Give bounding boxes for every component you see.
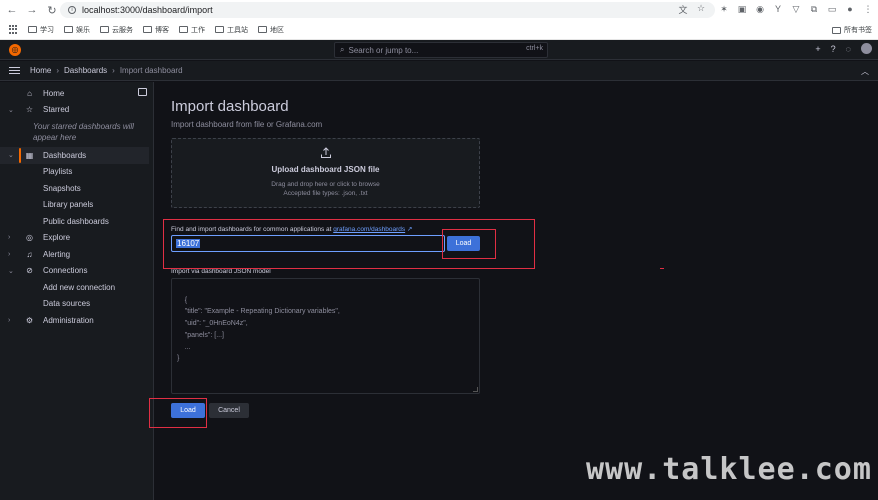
watermark: www.talklee.com — [586, 452, 872, 487]
folder-icon — [100, 26, 109, 33]
sidebar: ⌂ Home ⌄ ☆ Starred Your starred dashboar… — [0, 82, 154, 500]
address-bar[interactable]: i localhost:3000/dashboard/import — [60, 2, 715, 18]
chevron-down-icon[interactable]: ⌄ — [8, 267, 14, 275]
search-shortcut: ctrl+k — [526, 45, 543, 52]
cancel-button[interactable]: Cancel — [209, 403, 249, 418]
annotation-box-load-small — [442, 229, 496, 259]
annotation-mark — [660, 268, 664, 269]
bookmark-folder[interactable]: 博客 — [143, 25, 169, 35]
all-bookmarks[interactable]: 所有书签 — [832, 25, 872, 35]
bookmark-folder[interactable]: 娱乐 — [64, 25, 90, 35]
breadcrumb-dashboards[interactable]: Dashboards — [64, 66, 107, 75]
bookmark-star-icon[interactable]: ☆ — [695, 3, 707, 16]
folder-icon — [832, 26, 841, 34]
folder-icon — [28, 26, 37, 33]
sidebar-item-dashboards[interactable]: ⌄ ▦ Dashboards — [0, 147, 149, 164]
menu-hamburger-icon[interactable] — [9, 67, 20, 74]
breadcrumb-current: Import dashboard — [119, 66, 183, 75]
sidebar-item-connections[interactable]: ⌄ ⊘ Connections — [0, 263, 153, 280]
extension-icon-4[interactable]: Y — [772, 2, 784, 16]
upload-icon — [321, 147, 331, 158]
sidebar-item-playlists[interactable]: Playlists — [0, 164, 153, 181]
upload-title: Upload dashboard JSON file — [271, 165, 380, 174]
apps-grid-icon[interactable] — [9, 25, 18, 34]
main-content: Import dashboard Import dashboard from f… — [155, 82, 878, 500]
back-icon[interactable]: ← — [4, 2, 20, 18]
dashboards-grid-icon: ▦ — [25, 150, 34, 160]
extension-icon-3[interactable]: ◉ — [754, 2, 766, 16]
resize-handle-icon[interactable] — [473, 387, 478, 392]
json-model-textarea[interactable]: { "title": "Example - Repeating Dictiona… — [171, 278, 480, 394]
annotation-box-load — [149, 398, 207, 428]
sidebar-item-data-sources[interactable]: Data sources — [0, 296, 153, 313]
upload-accepted-types: Accepted file types: .json, .txt — [283, 190, 368, 197]
breadcrumb: Home › Dashboards › Import dashboard ︿ — [0, 61, 878, 81]
sidebar-item-explore[interactable]: › ◎ Explore — [0, 230, 153, 247]
profile-avatar-icon[interactable]: ● — [844, 2, 856, 16]
sidebar-item-library-panels[interactable]: Library panels — [0, 197, 153, 214]
sidebar-item-snapshots[interactable]: Snapshots — [0, 180, 153, 197]
bookmark-folder[interactable]: 学习 — [28, 25, 54, 35]
bell-icon: ♫ — [26, 249, 33, 259]
breadcrumb-home[interactable]: Home — [30, 66, 51, 75]
site-info-icon[interactable]: i — [68, 6, 76, 14]
bookmark-folder[interactable]: 工具站 — [215, 25, 248, 35]
folder-icon — [64, 26, 73, 33]
chevron-right-icon[interactable]: › — [8, 234, 10, 241]
sidebar-item-home[interactable]: ⌂ Home — [0, 85, 153, 102]
url-text: localhost:3000/dashboard/import — [82, 5, 213, 15]
upload-hint: Drag and drop here or click to browse — [271, 181, 380, 188]
compass-icon: ◎ — [26, 233, 33, 243]
star-icon: ☆ — [25, 105, 34, 115]
user-avatar[interactable] — [861, 43, 872, 54]
grafana-topbar: ◎ ⌕ Search or jump to... ctrl+k + ? ◌ — [0, 40, 878, 60]
new-plus-icon[interactable]: + — [815, 44, 820, 54]
chevron-right-icon[interactable]: › — [8, 251, 10, 258]
extension-icon-2[interactable]: ▣ — [736, 2, 748, 16]
gear-icon: ⚙ — [25, 315, 34, 325]
bookmark-folder[interactable]: 云服务 — [100, 25, 133, 35]
sidebar-item-public-dashboards[interactable]: Public dashboards — [0, 213, 153, 230]
grafana-logo-icon[interactable]: ◎ — [9, 43, 21, 56]
chevron-up-icon[interactable]: ︿ — [861, 66, 869, 77]
chevron-down-icon[interactable]: ⌄ — [8, 151, 14, 159]
page-subtitle: Import dashboard from file or Grafana.co… — [171, 120, 323, 129]
reload-icon[interactable]: ↻ — [44, 2, 60, 18]
link-icon: ⊘ — [26, 266, 33, 276]
sidebar-item-starred[interactable]: ⌄ ☆ Starred — [0, 102, 153, 119]
extension-icon-5[interactable]: ▽ — [790, 2, 802, 16]
sidebar-item-alerting[interactable]: › ♫ Alerting — [0, 246, 153, 263]
news-icon[interactable]: ◌ — [846, 44, 851, 54]
bookmark-folder[interactable]: 工作 — [179, 25, 205, 35]
json-placeholder: { "title": "Example - Repeating Dictiona… — [177, 296, 340, 363]
folder-icon — [143, 26, 152, 33]
upload-dropzone[interactable]: Upload dashboard JSON file Drag and drop… — [171, 138, 480, 208]
sidepanel-icon[interactable]: ▭ — [826, 2, 838, 16]
browser-menu-icon[interactable]: ⋮ — [862, 2, 874, 16]
sidebar-item-add-new-connection[interactable]: Add new connection — [0, 279, 153, 296]
chevron-down-icon[interactable]: ⌄ — [8, 106, 14, 114]
extensions-puzzle-icon[interactable]: ⧉ — [808, 2, 820, 16]
folder-icon — [215, 26, 224, 33]
starred-empty-message: Your starred dashboards will appear here — [33, 122, 134, 142]
search-placeholder: Search or jump to... — [348, 45, 419, 55]
json-model-label: Import via dashboard JSON model — [171, 268, 271, 275]
page-title: Import dashboard — [171, 98, 289, 115]
translate-icon[interactable]: 文 — [677, 3, 689, 16]
folder-icon — [258, 26, 267, 33]
chevron-right-icon[interactable]: › — [8, 317, 10, 324]
bookmarks-bar: 学习 娱乐 云服务 博客 工作 工具站 地区 所有书签 — [0, 20, 878, 40]
extension-icon-1[interactable]: ✶ — [718, 2, 730, 16]
folder-icon — [179, 26, 188, 33]
help-icon[interactable]: ? — [831, 44, 836, 54]
bookmark-folder[interactable]: 地区 — [258, 25, 284, 35]
chevron-right-icon: › — [112, 66, 115, 75]
search-input[interactable]: ⌕ Search or jump to... ctrl+k — [334, 42, 548, 58]
chevron-right-icon: › — [56, 66, 60, 75]
home-icon: ⌂ — [27, 88, 32, 98]
sidebar-item-administration[interactable]: › ⚙ Administration — [0, 312, 153, 329]
forward-icon[interactable]: → — [24, 2, 40, 18]
search-icon: ⌕ — [340, 45, 345, 54]
browser-toolbar: ← → ↻ i localhost:3000/dashboard/import … — [0, 0, 878, 20]
